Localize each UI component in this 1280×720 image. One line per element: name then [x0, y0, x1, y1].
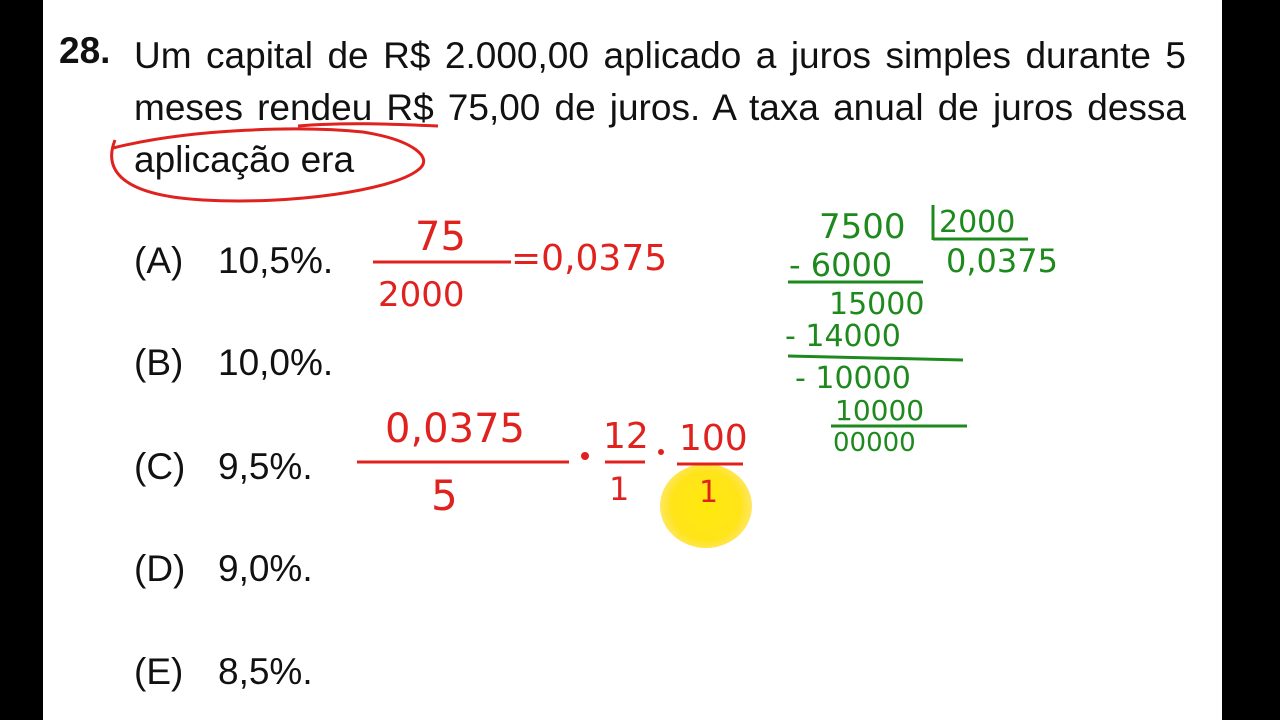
multiply-dot — [581, 452, 589, 460]
cursor-highlight — [660, 464, 752, 548]
fraction-numerator: 75 — [415, 214, 466, 260]
division-step: 00000 — [833, 428, 916, 458]
fraction-denominator: 2000 — [378, 275, 465, 315]
option-value: 10,0%. — [218, 342, 334, 383]
option-value: 9,0%. — [218, 548, 313, 589]
times-100: 100 — [679, 418, 748, 459]
option-letter: (A) — [134, 240, 184, 281]
division-step: - 6000 — [789, 246, 892, 284]
division-step: - 14000 — [785, 319, 901, 354]
fraction-result: =0,0375 — [511, 238, 667, 279]
option-b: (B) 10,0%. — [134, 342, 333, 384]
division-dividend: 7500 — [819, 207, 906, 247]
division-divisor: 2000 — [939, 205, 1015, 240]
option-value: 10,5%. — [218, 240, 334, 281]
option-letter: (E) — [134, 651, 184, 692]
option-d: (D) 9,0%. — [134, 548, 313, 590]
times-12-den: 1 — [609, 470, 629, 508]
division-step: 15000 — [829, 287, 924, 322]
division-step: - 10000 — [795, 361, 911, 396]
division-quotient: 0,0375 — [946, 242, 1058, 280]
times-12: 12 — [603, 416, 649, 457]
option-a: (A) 10,5%. — [134, 240, 333, 282]
option-letter: (C) — [134, 446, 186, 487]
option-value: 8,5%. — [218, 651, 313, 692]
option-letter: (D) — [134, 548, 186, 589]
calc-numerator: 0,0375 — [385, 406, 525, 452]
division-step-bar — [787, 354, 964, 362]
option-c: (C) 9,5%. — [134, 446, 313, 488]
option-value: 9,5%. — [218, 446, 313, 487]
exam-page: 28. Um capital de R$ 2.000,00 aplicado a… — [43, 0, 1222, 720]
calc-denominator: 5 — [431, 471, 458, 520]
question-number: 28. — [59, 30, 111, 71]
division-step: 10000 — [835, 394, 924, 427]
question-text: Um capital de R$ 2.000,00 aplicado a jur… — [134, 35, 1186, 180]
option-e: (E) 8,5%. — [134, 651, 313, 693]
multiply-dot — [658, 449, 664, 455]
option-letter: (B) — [134, 342, 184, 383]
